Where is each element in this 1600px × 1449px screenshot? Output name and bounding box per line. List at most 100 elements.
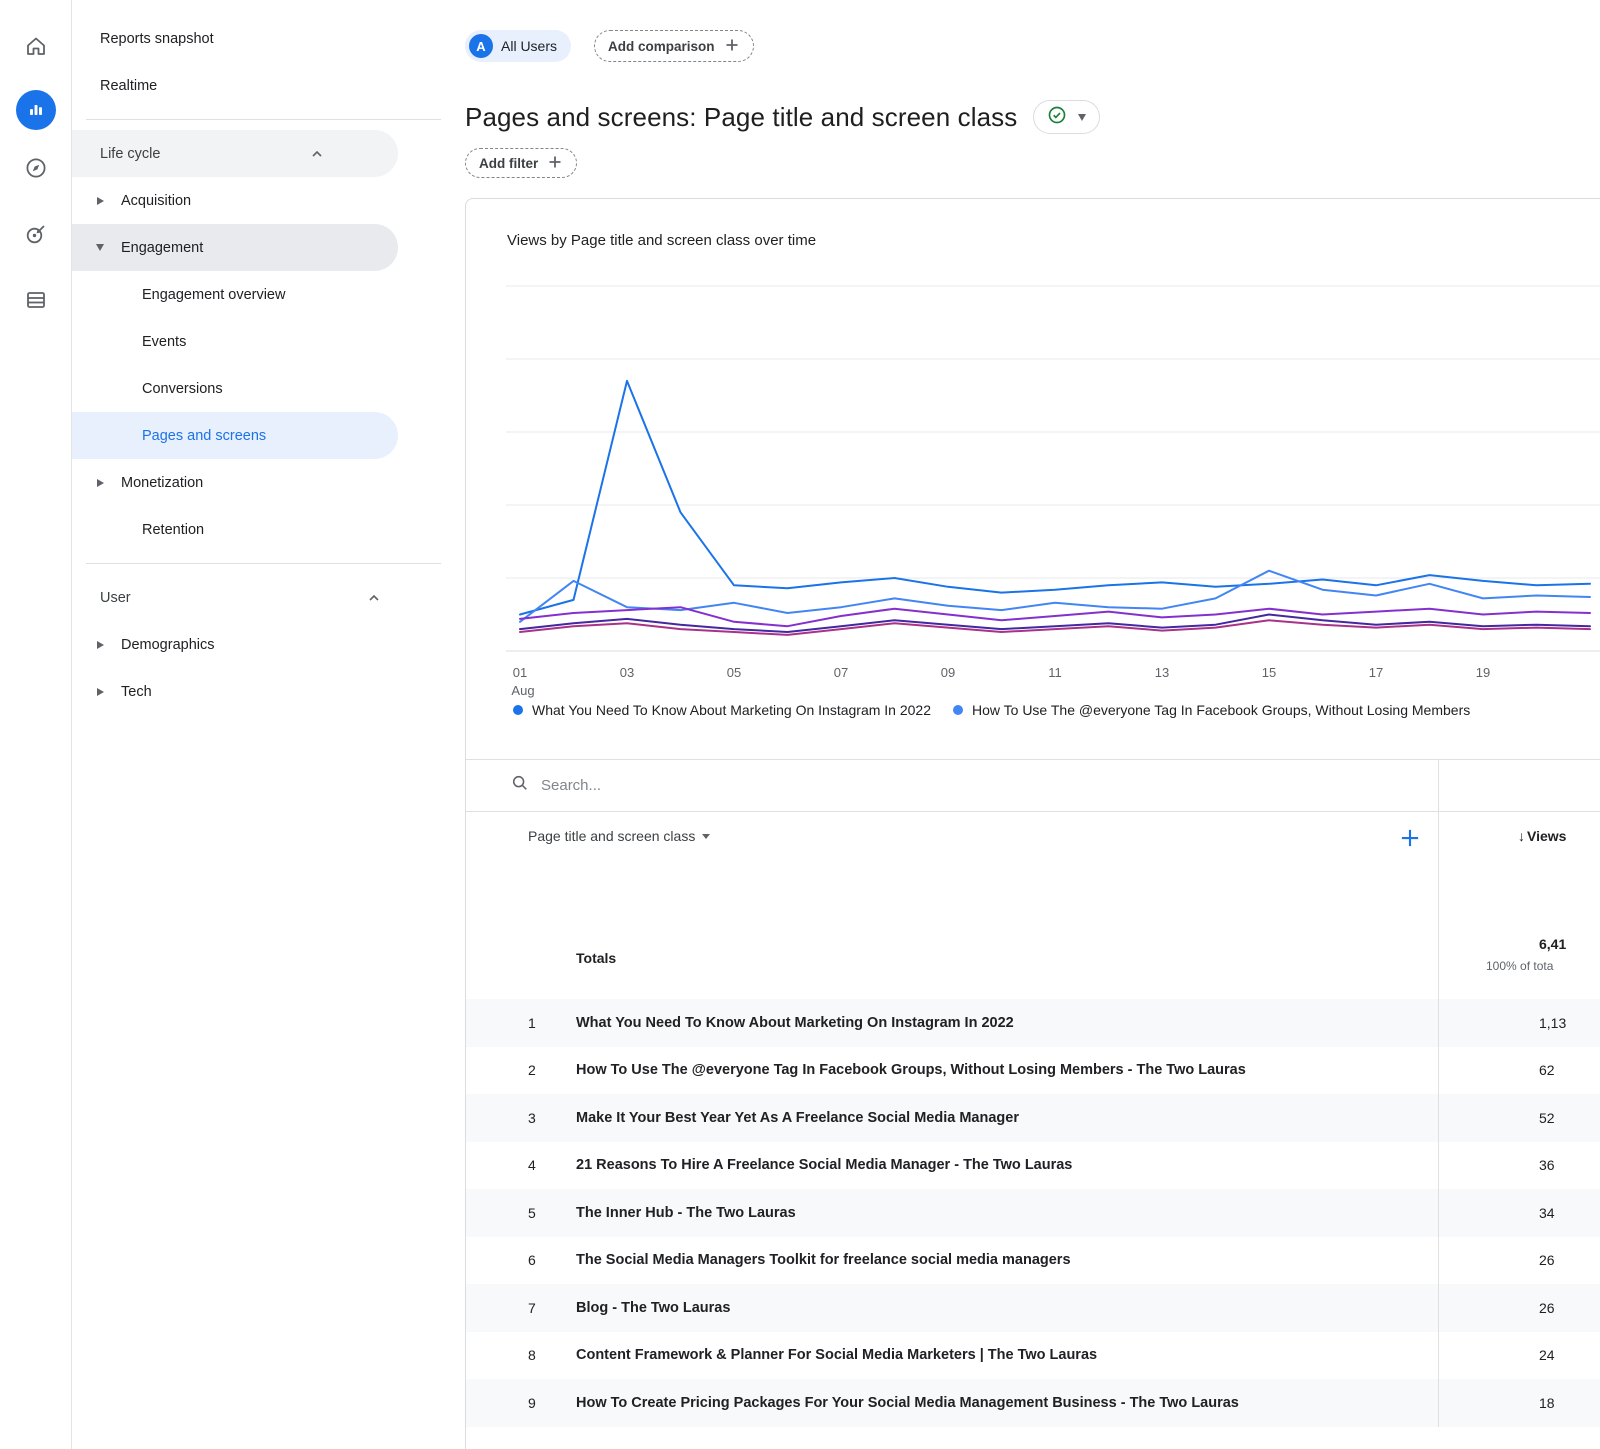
- sidebar-item-conversions[interactable]: Conversions: [72, 365, 455, 412]
- views-cell: 18: [1539, 1394, 1555, 1411]
- svg-text:Aug: Aug: [511, 683, 534, 698]
- views-line-chart: 01 Aug 03 05 07 09 11 13 15 17 19: [506, 285, 1600, 698]
- home-icon: [24, 34, 48, 63]
- views-cell: 1,13: [1539, 1014, 1567, 1031]
- advertising-nav-button[interactable]: [24, 222, 48, 251]
- sidebar-item-label: Realtime: [100, 77, 158, 94]
- target-arrow-icon: [24, 222, 48, 251]
- sidebar-item-events[interactable]: Events: [72, 318, 455, 365]
- sidebar-item-engagement-overview[interactable]: Engagement overview: [72, 271, 455, 318]
- views-cell: 26: [1539, 1252, 1555, 1269]
- sidebar-section-user[interactable]: User: [72, 574, 455, 621]
- search-icon: [511, 774, 529, 797]
- report-status-badge[interactable]: [1033, 100, 1101, 134]
- svg-text:19: 19: [1476, 665, 1490, 680]
- views-cell: 24: [1539, 1347, 1555, 1364]
- chevron-down-icon: [702, 833, 711, 839]
- table-row: 5 The Inner Hub - The Two Lauras 34: [466, 1189, 1600, 1237]
- row-rank: 8: [528, 1347, 536, 1364]
- page-title-cell: The Inner Hub - The Two Lauras: [576, 1204, 796, 1221]
- sidebar-item-reports-snapshot[interactable]: Reports snapshot: [72, 15, 455, 62]
- sidebar-item-tech[interactable]: Tech: [72, 668, 455, 715]
- chevron-up-icon: [368, 590, 380, 606]
- legend-label: How To Use The @everyone Tag In Facebook…: [972, 702, 1471, 718]
- sidebar-item-label: Acquisition: [121, 192, 192, 209]
- table-row: 9 How To Create Pricing Packages For Your…: [466, 1379, 1600, 1427]
- table-row: 8 Content Framework & Planner For Social …: [466, 1331, 1600, 1379]
- legend-dot: [953, 705, 963, 715]
- add-comparison-label: Add comparison: [608, 38, 715, 54]
- svg-text:11: 11: [1048, 665, 1062, 680]
- sidebar-item-acquisition[interactable]: Acquisition: [72, 177, 455, 224]
- plus-icon: [724, 37, 740, 56]
- home-nav-button[interactable]: [24, 34, 48, 63]
- add-filter-button[interactable]: Add filter: [465, 148, 578, 178]
- report-card: Views by Page title and screen class ove…: [465, 198, 1600, 1449]
- expand-right-icon: [88, 196, 112, 205]
- sidebar-item-pages-and-screens[interactable]: Pages and screens: [72, 412, 398, 459]
- row-rank: 2: [528, 1062, 536, 1079]
- row-rank: 5: [528, 1204, 536, 1221]
- views-sort-header[interactable]: ↓ Views: [1518, 828, 1600, 844]
- sidebar-item-realtime[interactable]: Realtime: [72, 62, 455, 109]
- app-nav-rail: [0, 0, 72, 1449]
- audience-avatar: A: [469, 34, 493, 58]
- chart-title: Views by Page title and screen class ove…: [507, 232, 817, 249]
- sidebar-item-engagement[interactable]: Engagement: [72, 224, 398, 271]
- sidebar-item-label: Engagement: [121, 239, 204, 256]
- svg-text:07: 07: [834, 665, 848, 680]
- add-column-button[interactable]: [1400, 828, 1420, 848]
- sidebar-section-life-cycle[interactable]: Life cycle: [72, 130, 398, 177]
- check-circle-icon: [1047, 105, 1067, 130]
- report-table: Page title and screen class ↓ Views Tota…: [466, 759, 1600, 1427]
- sidebar-item-monetization[interactable]: Monetization: [72, 459, 455, 506]
- dimension-header-button[interactable]: Page title and screen class: [528, 828, 711, 844]
- sidebar-item-label: Reports snapshot: [100, 30, 214, 47]
- reports-sidebar: Reports snapshot Realtime Life cycle Acq…: [72, 0, 455, 715]
- section-label: User: [100, 589, 131, 606]
- table-search-row: [466, 760, 1600, 812]
- search-input[interactable]: [541, 777, 861, 794]
- chevron-up-icon: [311, 146, 323, 162]
- dimension-header-label: Page title and screen class: [528, 828, 696, 844]
- compass-icon: [24, 156, 48, 185]
- page-title: Pages and screens: Page title and screen…: [465, 101, 1018, 132]
- explore-nav-button[interactable]: [24, 156, 48, 185]
- page-title-row: Pages and screens: Page title and screen…: [465, 100, 1101, 134]
- table-row: 7 Blog - The Two Lauras 26: [466, 1284, 1600, 1332]
- svg-text:03: 03: [620, 665, 634, 680]
- views-cell: 34: [1539, 1204, 1555, 1221]
- row-rank: 6: [528, 1252, 536, 1269]
- sidebar-item-label: Pages and screens: [142, 427, 267, 444]
- sidebar-item-label: Tech: [121, 683, 152, 700]
- page-title-cell: Blog - The Two Lauras: [576, 1299, 731, 1316]
- svg-text:15: 15: [1262, 665, 1276, 680]
- table-row: 2 How To Use The @everyone Tag In Faceboo…: [466, 1046, 1600, 1094]
- sidebar-item-retention[interactable]: Retention: [72, 506, 455, 553]
- library-nav-button[interactable]: [24, 288, 48, 317]
- legend-label: What You Need To Know About Marketing On…: [532, 702, 931, 718]
- sidebar-item-demographics[interactable]: Demographics: [72, 621, 455, 668]
- page-title-cell: What You Need To Know About Marketing On…: [576, 1014, 1014, 1031]
- totals-label: Totals: [576, 950, 617, 966]
- sidebar-item-label: Events: [142, 333, 187, 350]
- audience-chip-all-users[interactable]: A All Users: [465, 30, 572, 62]
- sort-descending-icon: ↓: [1518, 828, 1525, 844]
- sidebar-item-label: Monetization: [121, 474, 204, 491]
- reports-nav-button[interactable]: [15, 90, 56, 130]
- expand-right-icon: [88, 478, 112, 487]
- expand-right-icon: [88, 640, 112, 649]
- section-label: Life cycle: [100, 145, 161, 162]
- table-row: 4 21 Reasons To Hire A Freelance Social M…: [466, 1141, 1600, 1189]
- svg-text:05: 05: [727, 665, 741, 680]
- add-comparison-button[interactable]: Add comparison: [594, 30, 754, 62]
- row-rank: 3: [528, 1109, 536, 1126]
- plus-icon: [547, 154, 563, 173]
- table-row: 6 The Social Media Managers Toolkit for f…: [466, 1236, 1600, 1284]
- svg-text:09: 09: [941, 665, 955, 680]
- views-cell: 52: [1539, 1109, 1555, 1126]
- sidebar-divider: [86, 119, 441, 120]
- views-header-label: Views: [1527, 828, 1567, 844]
- table-totals-row: Totals 6,41 100% of tota: [466, 932, 1600, 999]
- table-header-row: Page title and screen class ↓ Views: [466, 812, 1600, 932]
